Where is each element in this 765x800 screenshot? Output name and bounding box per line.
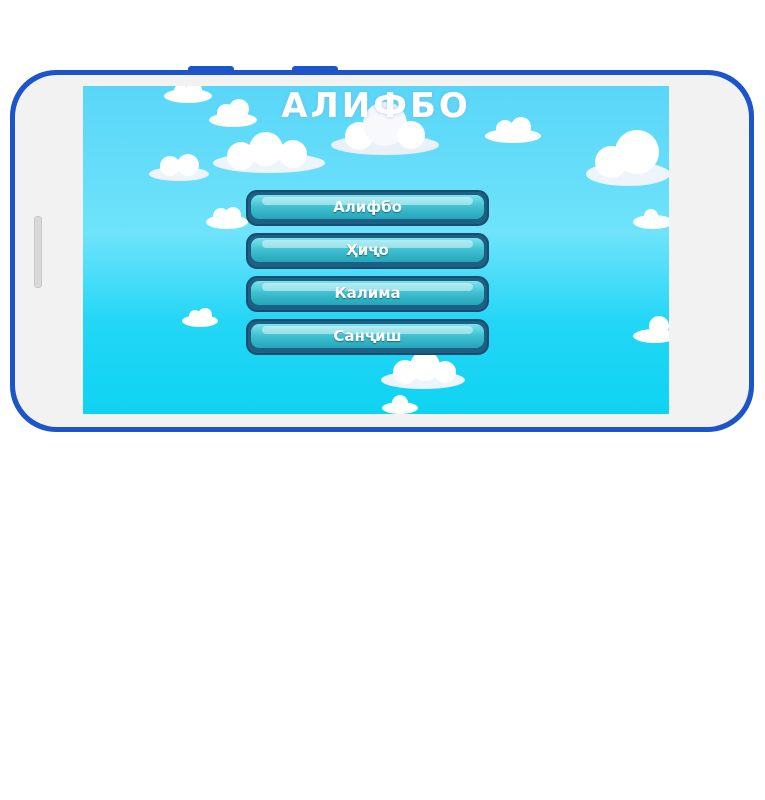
cloud-icon [633,316,669,343]
button-label: Калима [334,284,401,302]
phone-speaker [34,216,42,288]
syllables-button[interactable]: Ҳиҷо [246,233,489,269]
words-button[interactable]: Калима [246,276,489,312]
cloud-icon [633,209,669,229]
button-label: Санҷиш [333,327,402,345]
button-label: Алифбо [333,198,402,216]
cloud-icon [182,308,218,327]
cloud-icon [382,395,418,414]
main-menu: Алифбо Ҳиҷо Калима Санҷиш [246,190,491,362]
cloud-icon [149,154,209,181]
alphabet-button[interactable]: Алифбо [246,190,489,226]
cloud-icon [586,130,669,186]
phone-side-button [292,66,338,71]
game-title: АЛИФБО [281,86,471,126]
game-screen: АЛИФБО Алифбо Ҳиҷо Калима Санҷиш [83,86,669,414]
button-label: Ҳиҷо [346,241,389,259]
test-button[interactable]: Санҷиш [246,319,489,355]
cloud-icon [213,132,325,173]
cloud-icon [206,207,248,229]
phone-side-button [188,66,234,71]
